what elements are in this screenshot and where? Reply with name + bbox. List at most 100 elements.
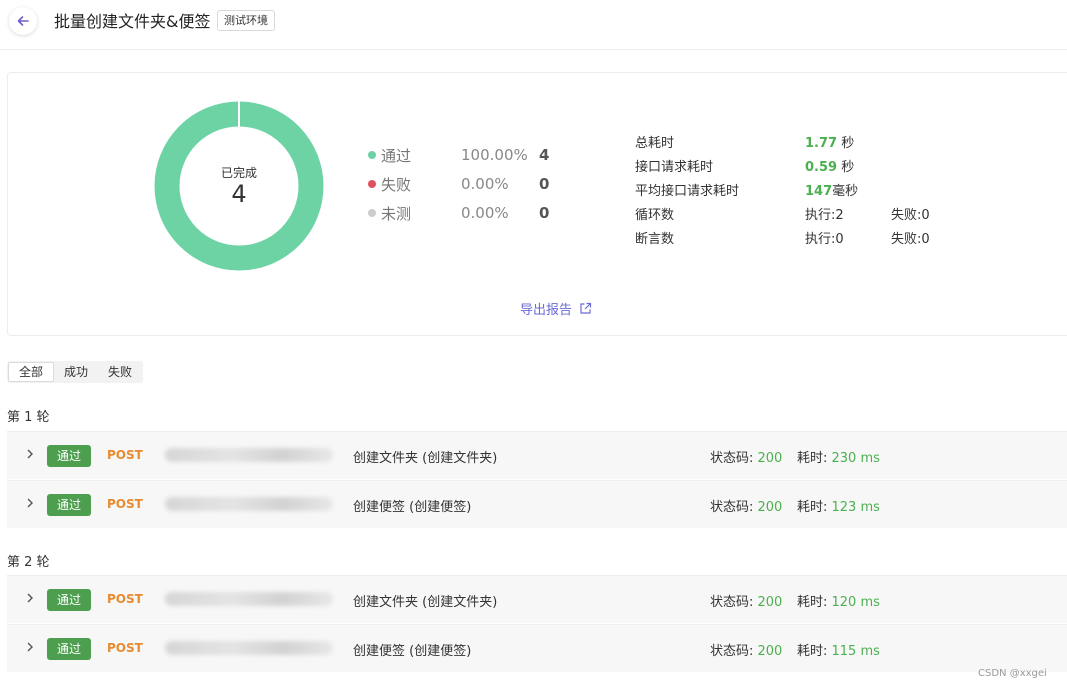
page-title: 批量创建文件夹&便签: [54, 12, 211, 31]
duration-label: 耗时:: [797, 500, 832, 515]
chevron-right-icon[interactable]: [25, 592, 35, 604]
duration-value: 230 ms: [831, 451, 880, 466]
stat-value: 0.59: [805, 159, 838, 175]
http-method: POST: [107, 448, 143, 462]
duration: 耗时: 230 ms: [797, 447, 880, 466]
legend-num: 0: [539, 204, 550, 222]
status-badge: 通过: [47, 445, 91, 467]
donut-label: 已完成: [220, 166, 257, 180]
http-method: POST: [107, 592, 143, 606]
duration-value: 123 ms: [831, 500, 880, 515]
table-row[interactable]: 通过 POST 创建便签 (创建便签) 状态码: 200 耗时: 115 ms: [7, 624, 1067, 672]
status-badge: 通过: [47, 589, 91, 611]
legend-num: 0: [539, 175, 550, 193]
api-name: 创建文件夹 (创建文件夹): [353, 595, 498, 610]
stat-label: 平均接口请求耗时: [635, 183, 740, 199]
watermark: CSDN @xxgei: [978, 668, 1047, 679]
stat-avg-time: 平均接口请求耗时 147毫秒: [635, 179, 891, 199]
duration: 耗时: 115 ms: [797, 640, 880, 659]
stat-api-time: 接口请求耗时 0.59 秒: [635, 155, 891, 175]
duration-label: 耗时:: [797, 595, 832, 610]
status-code: 状态码: 200: [710, 496, 782, 515]
legend-num: 4: [539, 146, 550, 164]
legend-name: 失败: [381, 175, 412, 194]
stat-unit: 毫秒: [832, 183, 859, 199]
status-badge: 通过: [47, 638, 91, 660]
chevron-right-icon[interactable]: [25, 641, 35, 653]
stat-fail: 失败:0: [891, 231, 930, 247]
stat-label: 循环数: [635, 207, 675, 223]
legend-name: 未测: [381, 204, 412, 223]
status-code-value: 200: [757, 644, 783, 659]
status-code: 状态码: 200: [710, 591, 782, 610]
legend-fail: 失败 0.00% 0: [368, 173, 549, 195]
stat-label: 总耗时: [635, 135, 675, 151]
stat-unit: 秒: [837, 159, 855, 175]
duration: 耗时: 120 ms: [797, 591, 880, 610]
duration-value: 120 ms: [831, 595, 880, 610]
legend-pct: 0.00%: [461, 175, 509, 193]
status-code: 状态码: 200: [710, 640, 782, 659]
legend-name: 通过: [381, 146, 412, 165]
stat-value: 147: [805, 183, 833, 199]
legend-dot-fail: [368, 180, 376, 188]
duration-value: 115 ms: [831, 644, 880, 659]
http-method: POST: [107, 641, 143, 655]
status-code-label: 状态码:: [710, 451, 758, 466]
legend-untested: 未测 0.00% 0: [368, 202, 549, 224]
donut-count: 4: [231, 180, 247, 208]
legend-pass: 通过 100.00% 4: [368, 144, 549, 166]
status-code-label: 状态码:: [710, 595, 758, 610]
env-tag: 测试环境: [217, 10, 275, 31]
stat-loops: 循环数 执行:2 失败:0: [635, 203, 971, 223]
stat-total-time: 总耗时 1.77 秒: [635, 131, 891, 151]
blurred-url: [165, 592, 333, 606]
duration-label: 耗时:: [797, 451, 832, 466]
back-button[interactable]: [9, 7, 37, 35]
table-row[interactable]: 通过 POST 创建文件夹 (创建文件夹) 状态码: 200 耗时: 230 m…: [7, 431, 1067, 479]
result-filter-tabs: 全部 成功 失败: [7, 361, 144, 383]
blurred-url: [165, 448, 333, 462]
table-row[interactable]: 通过 POST 创建文件夹 (创建文件夹) 状态码: 200 耗时: 120 m…: [7, 575, 1067, 623]
stat-unit: 秒: [837, 135, 855, 151]
api-name: 创建便签 (创建便签): [353, 500, 472, 515]
duration-label: 耗时:: [797, 644, 832, 659]
blurred-url: [165, 497, 333, 511]
status-code-value: 200: [757, 451, 783, 466]
round-title: 第 2 轮: [7, 555, 50, 570]
legend-pct: 100.00%: [461, 146, 528, 164]
export-report-label: 导出报告: [520, 303, 573, 318]
status-badge: 通过: [47, 494, 91, 516]
status-code-label: 状态码:: [710, 644, 758, 659]
stat-exec: 执行:2: [805, 207, 844, 223]
status-code-label: 状态码:: [710, 500, 758, 515]
stat-exec: 执行:0: [805, 231, 844, 247]
summary-card: 已完成 4 通过 100.00% 4 失败 0.00% 0 未测 0.00% 0…: [7, 72, 1067, 336]
stat-label: 断言数: [635, 231, 675, 247]
status-code-value: 200: [757, 595, 783, 610]
tab-success[interactable]: 成功: [54, 362, 98, 382]
duration: 耗时: 123 ms: [797, 496, 880, 515]
status-code-value: 200: [757, 500, 783, 515]
stat-asserts: 断言数 执行:0 失败:0: [635, 227, 971, 247]
api-name: 创建文件夹 (创建文件夹): [353, 451, 498, 466]
external-link-icon: [580, 302, 592, 314]
stat-label: 接口请求耗时: [635, 159, 714, 175]
legend-pct: 0.00%: [461, 204, 509, 222]
stat-value: 1.77: [805, 135, 838, 151]
legend-dot-pass: [368, 151, 376, 159]
page-header: 批量创建文件夹&便签 测试环境: [0, 0, 1067, 50]
arrow-left-icon: [17, 16, 29, 26]
tab-all[interactable]: 全部: [8, 362, 55, 382]
export-report-link[interactable]: 导出报告: [520, 299, 592, 318]
chevron-right-icon[interactable]: [25, 448, 35, 460]
chevron-right-icon[interactable]: [25, 497, 35, 509]
stat-fail: 失败:0: [891, 207, 930, 223]
api-name: 创建便签 (创建便签): [353, 644, 472, 659]
round-title: 第 1 轮: [7, 410, 50, 425]
tab-failed[interactable]: 失败: [98, 362, 142, 382]
http-method: POST: [107, 497, 143, 511]
table-row[interactable]: 通过 POST 创建便签 (创建便签) 状态码: 200 耗时: 123 ms: [7, 480, 1067, 528]
status-code: 状态码: 200: [710, 447, 782, 466]
blurred-url: [165, 641, 333, 655]
